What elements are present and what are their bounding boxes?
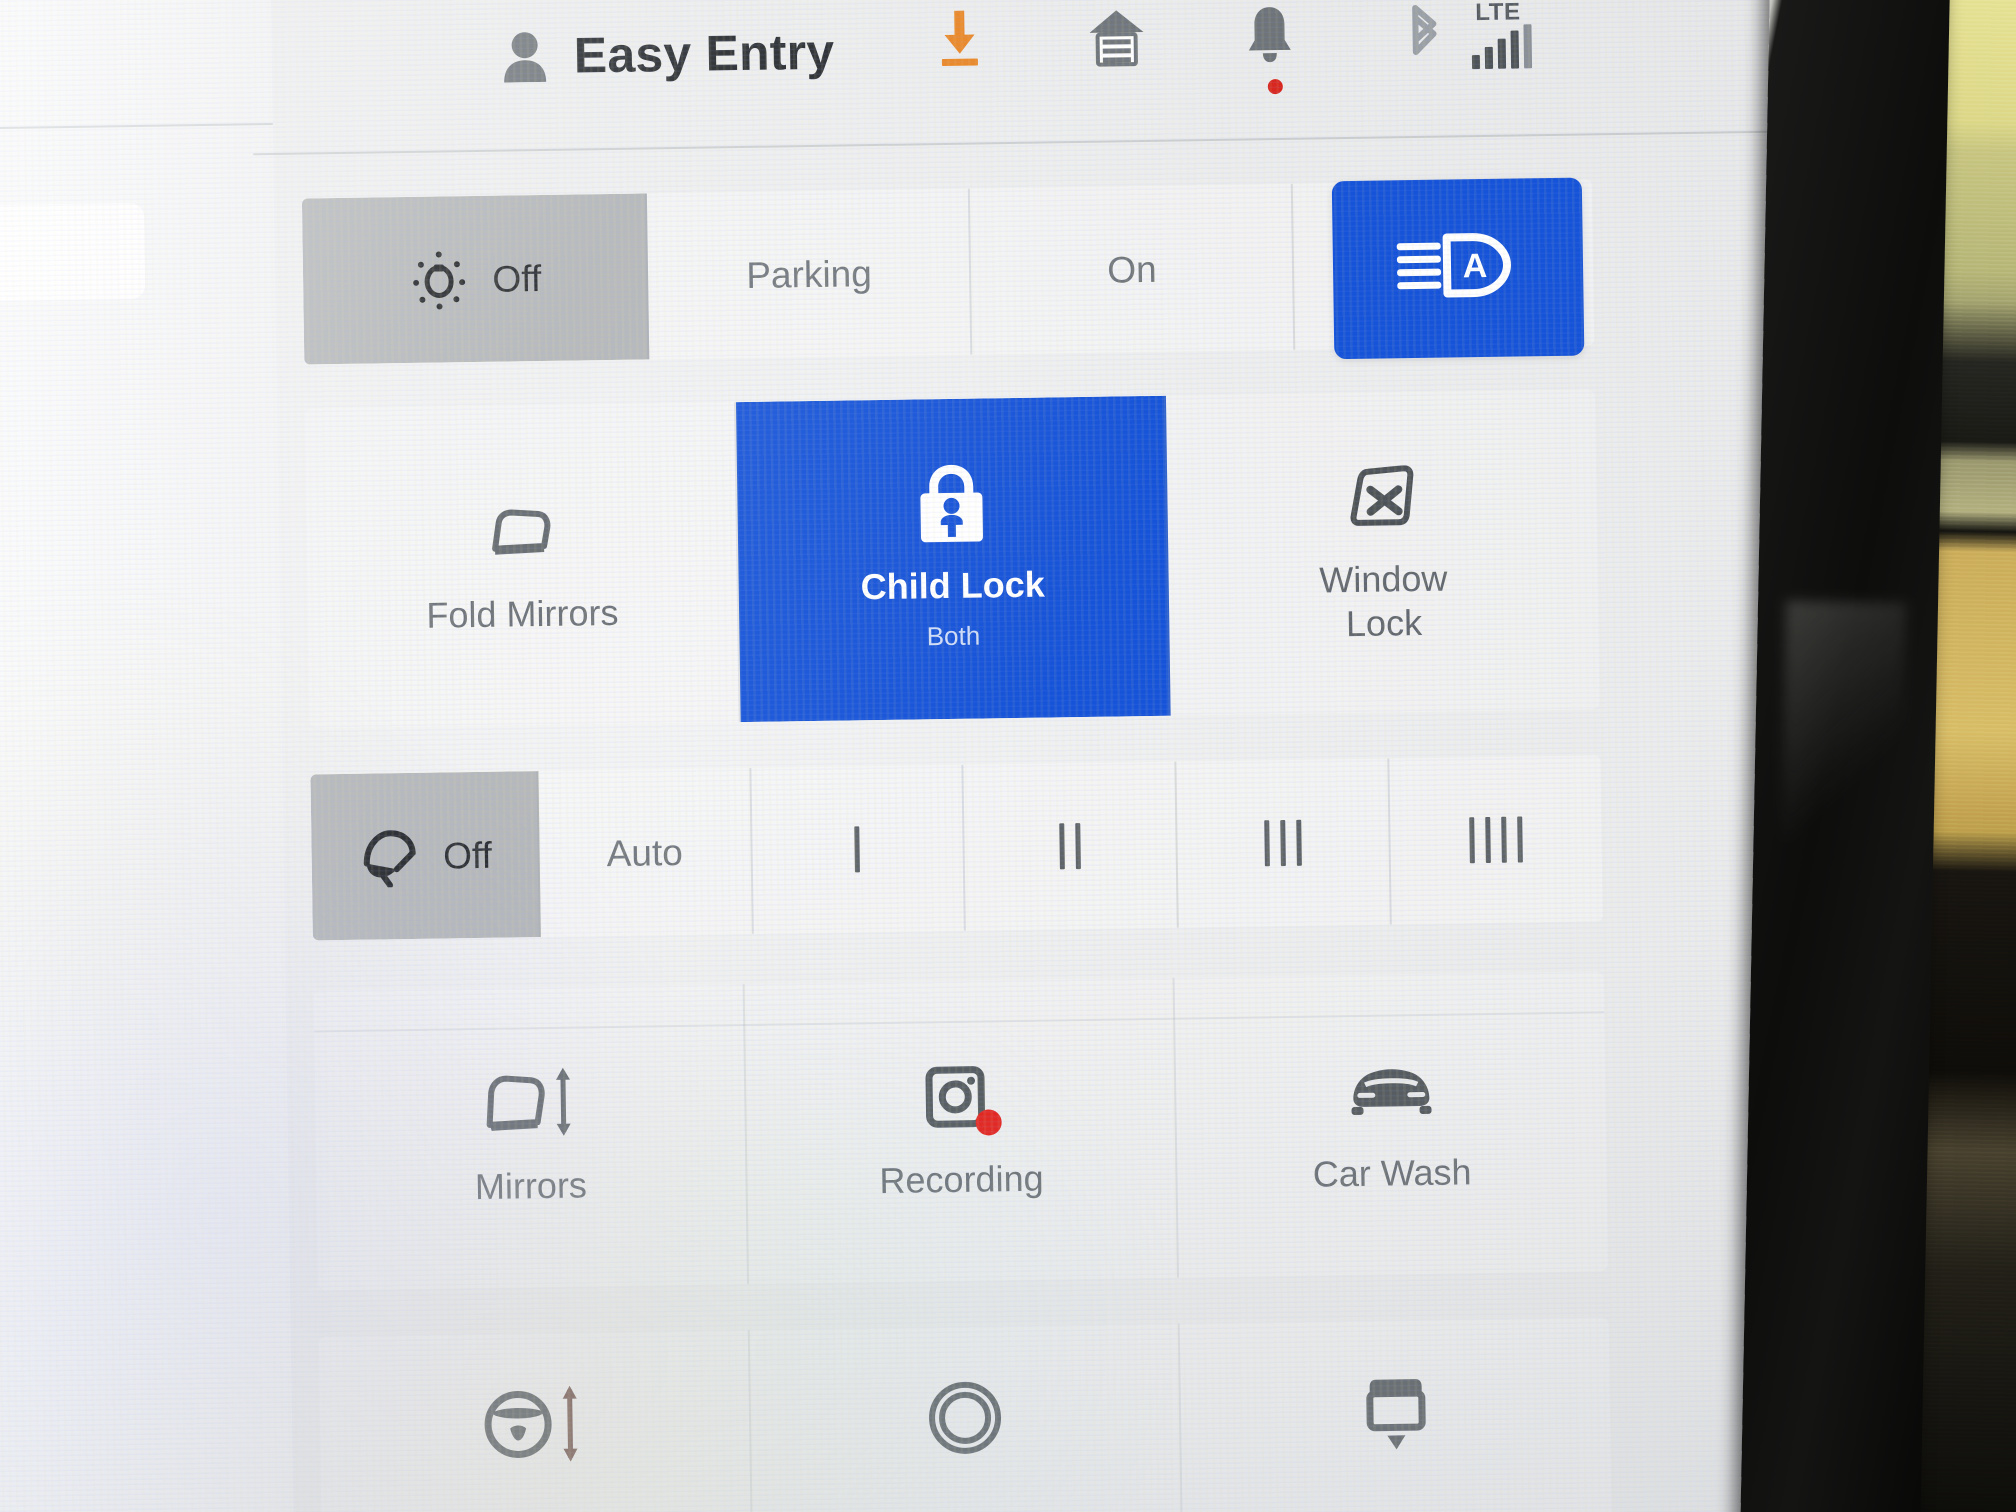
headlights-option-off[interactable]: Off xyxy=(301,193,650,365)
fold-mirror-icon xyxy=(483,494,560,569)
wipers-segmented-control: Off Auto xyxy=(310,755,1603,941)
card-label: Car Wash xyxy=(1312,1151,1472,1195)
mirror-adjust-icon xyxy=(477,1066,582,1142)
wipers-option-2[interactable] xyxy=(963,761,1180,931)
segment-label: Off xyxy=(492,257,542,300)
quick-actions-row: Mirrors Recording Car Wash xyxy=(313,971,1608,1291)
wipers-option-3[interactable] xyxy=(1176,758,1392,928)
screen-bezel xyxy=(1740,0,1950,1512)
fold-mirrors-button[interactable]: Fold Mirrors xyxy=(305,402,741,729)
window-lock-button[interactable]: Window Lock xyxy=(1166,389,1599,715)
screenshot-root: ngs . Easy Entry xyxy=(0,0,2016,1512)
card-label: Fold Mirrors xyxy=(426,591,619,636)
segment-label: Parking xyxy=(746,252,873,296)
circle-button[interactable] xyxy=(749,1323,1184,1512)
segment-label: Auto xyxy=(606,831,684,874)
dashcam-recording-icon xyxy=(923,1059,1002,1136)
headlights-option-parking[interactable]: Parking xyxy=(647,188,973,360)
card-label: Mirrors xyxy=(474,1164,588,1208)
left-panel-selected-item[interactable] xyxy=(0,202,146,304)
bottom-actions-row xyxy=(318,1317,1612,1512)
wiper-icon xyxy=(357,825,422,888)
speed-ticks-1 xyxy=(854,826,861,873)
window-lock-icon xyxy=(1348,459,1417,534)
child-lock-icon xyxy=(918,464,985,542)
auto-high-beam-button[interactable]: A xyxy=(1331,177,1585,360)
steering-wheel-adjust-icon xyxy=(482,1385,587,1462)
wipers-option-1[interactable] xyxy=(750,764,967,934)
svg-text:A: A xyxy=(1462,247,1487,285)
recording-indicator-dot xyxy=(975,1109,1002,1136)
wipers-option-auto[interactable]: Auto xyxy=(538,767,754,938)
screen-surface: ngs . Easy Entry xyxy=(0,0,1834,1512)
speed-ticks-4 xyxy=(1469,816,1523,864)
speed-ticks-3 xyxy=(1264,819,1303,867)
segment-label: On xyxy=(1107,248,1157,291)
auto-high-beam-icon: A xyxy=(1394,224,1521,312)
glovebox-button[interactable] xyxy=(1180,1317,1612,1512)
child-lock-button[interactable]: Child Lock Both xyxy=(735,395,1172,723)
segment-label: Off xyxy=(442,834,493,877)
card-label: Child Lock xyxy=(860,563,1046,607)
circle-icon xyxy=(927,1380,1004,1455)
glovebox-icon xyxy=(1361,1374,1430,1450)
mirrors-button[interactable]: Mirrors xyxy=(313,984,749,1291)
card-label-line1: Window xyxy=(1319,557,1448,601)
steering-wheel-adjust-button[interactable] xyxy=(318,1330,753,1512)
headlight-off-icon xyxy=(408,248,471,311)
card-label: Recording xyxy=(879,1157,1044,1202)
card-label-line2: Lock xyxy=(1345,601,1423,645)
car-wash-icon xyxy=(1344,1053,1437,1128)
locks-card-row: Fold Mirrors Child Lock Both Window Lock xyxy=(305,389,1600,729)
speed-ticks-2 xyxy=(1059,823,1082,870)
card-label: Window Lock xyxy=(1319,557,1448,647)
recording-button[interactable]: Recording xyxy=(744,977,1180,1285)
tesla-touchscreen: ngs . Easy Entry xyxy=(0,0,1834,1512)
card-sublabel: Both xyxy=(926,620,981,652)
bezel-reflection xyxy=(1781,600,1907,843)
headlights-option-on[interactable]: On xyxy=(970,183,1296,355)
left-settings-panel: ngs . xyxy=(0,0,295,1512)
car-wash-button[interactable]: Car Wash xyxy=(1175,971,1608,1277)
wipers-option-4[interactable] xyxy=(1389,755,1602,924)
controls-column: Off Parking On Auto xyxy=(301,179,1612,1512)
wipers-option-off[interactable]: Off xyxy=(310,771,541,941)
